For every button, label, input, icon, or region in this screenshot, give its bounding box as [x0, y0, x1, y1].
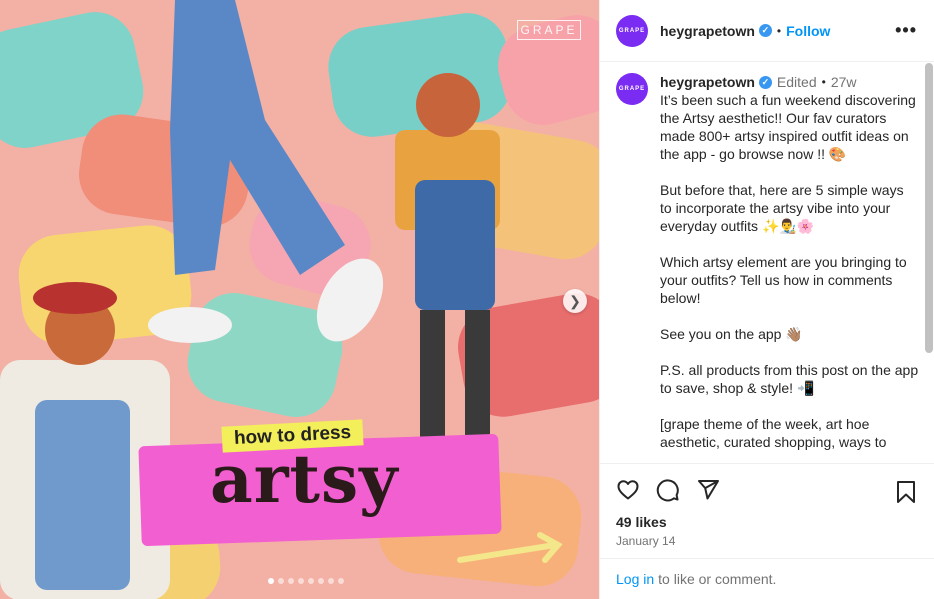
follow-button[interactable]: Follow [786, 23, 830, 39]
edited-label: Edited [776, 74, 817, 90]
verified-badge-icon: ✓ [758, 75, 772, 89]
heart-icon[interactable] [616, 478, 640, 502]
login-link[interactable]: Log in [616, 571, 654, 587]
avatar[interactable]: GRAPE [616, 14, 648, 47]
carousel-indicator [268, 578, 344, 584]
carousel-dot [308, 578, 314, 584]
carousel-dot [288, 578, 294, 584]
post-header: GRAPE heygrapetown ✓ • Follow ••• [600, 0, 934, 62]
carousel-dot [328, 578, 334, 584]
carousel-dot [318, 578, 324, 584]
carousel-dot [338, 578, 344, 584]
banner-title: artsy [210, 440, 399, 518]
share-icon[interactable] [696, 478, 720, 502]
carousel-dot [268, 578, 274, 584]
action-icons [600, 464, 934, 502]
caption-meta: heygrapetown ✓ Edited • 27w [660, 73, 919, 91]
comments-section[interactable]: GRAPE heygrapetown ✓ Edited • 27w It’s b… [600, 63, 934, 463]
caption-body: heygrapetown ✓ Edited • 27w It’s been su… [660, 73, 919, 451]
more-options-icon[interactable]: ••• [895, 20, 917, 41]
likes-count[interactable]: 49 likes [616, 514, 667, 530]
caption-separator: • [821, 75, 826, 89]
comment-icon[interactable] [656, 478, 680, 502]
carousel-dot [298, 578, 304, 584]
header-username[interactable]: heygrapetown [660, 23, 755, 39]
scrollbar[interactable] [925, 63, 933, 353]
brand-watermark: GRAPE [517, 20, 581, 40]
header-separator: • [776, 23, 782, 38]
post-date[interactable]: January 14 [616, 534, 675, 548]
carousel-dot [278, 578, 284, 584]
post-details-panel: GRAPE heygrapetown ✓ • Follow ••• GRAPE … [599, 0, 934, 599]
chevron-right-icon: ❯ [569, 292, 581, 309]
bookmark-icon[interactable] [895, 480, 917, 504]
post-age[interactable]: 27w [831, 73, 857, 91]
caption-username[interactable]: heygrapetown [660, 73, 755, 91]
verified-badge-icon: ✓ [758, 24, 772, 37]
caption-row: GRAPE heygrapetown ✓ Edited • 27w It’s b… [600, 63, 934, 451]
caption-avatar[interactable]: GRAPE [616, 73, 648, 105]
post-media[interactable]: GRAPE how to dress artsy ❯ [0, 0, 599, 599]
next-slide-button[interactable]: ❯ [563, 289, 587, 313]
caption-text: It’s been such a fun weekend discovering… [660, 92, 919, 450]
action-bar: 49 likes January 14 [600, 463, 934, 558]
login-bar: Log in to like or comment. [600, 558, 934, 599]
login-prompt-text: to like or comment. [658, 571, 777, 587]
